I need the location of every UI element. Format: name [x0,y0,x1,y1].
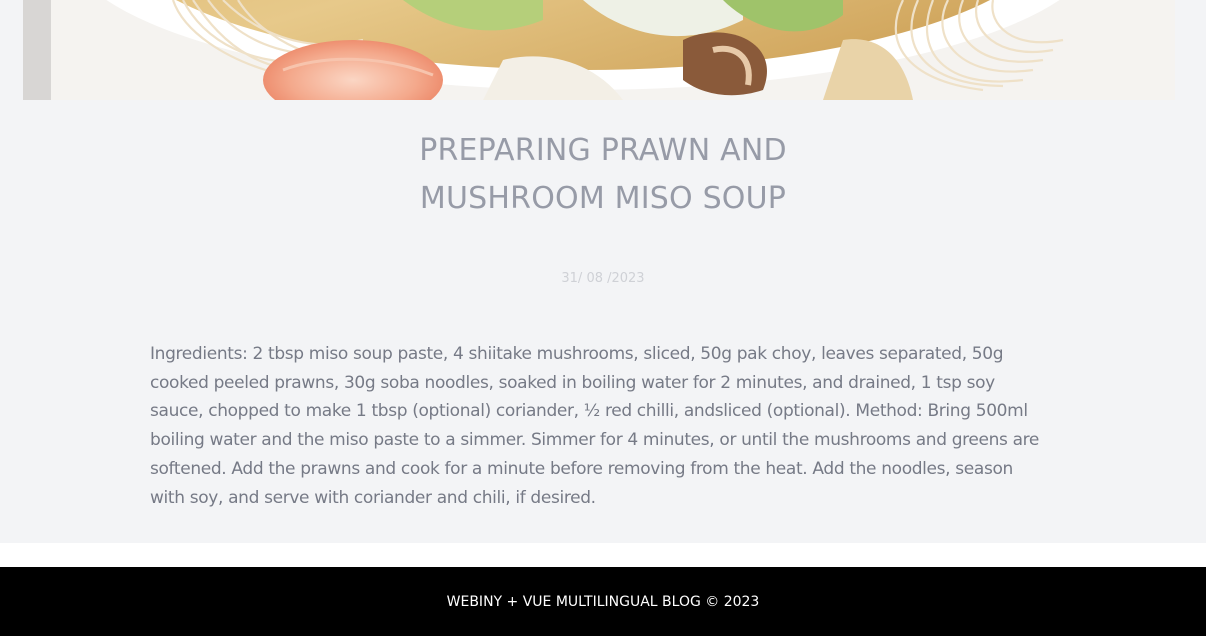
article-title-line-1: PREPARING PRAWN AND [419,133,787,168]
miso-soup-photo [23,0,1175,100]
hero-image [23,0,1175,100]
article: PREPARING PRAWN AND MUSHROOM MISO SOUP 3… [0,0,1206,543]
site-footer: WEBINY + VUE MULTILINGUAL BLOG © 2023 [0,567,1206,636]
article-title-line-2: MUSHROOM MISO SOUP [419,181,787,216]
article-body: Ingredients: 2 tbsp miso soup paste, 4 s… [150,344,1040,508]
article-title: PREPARING PRAWN AND MUSHROOM MISO SOUP [0,127,1206,223]
footer-copyright: WEBINY + VUE MULTILINGUAL BLOG © 2023 [446,594,760,610]
publish-date: 31/ 08 /2023 [561,271,645,286]
